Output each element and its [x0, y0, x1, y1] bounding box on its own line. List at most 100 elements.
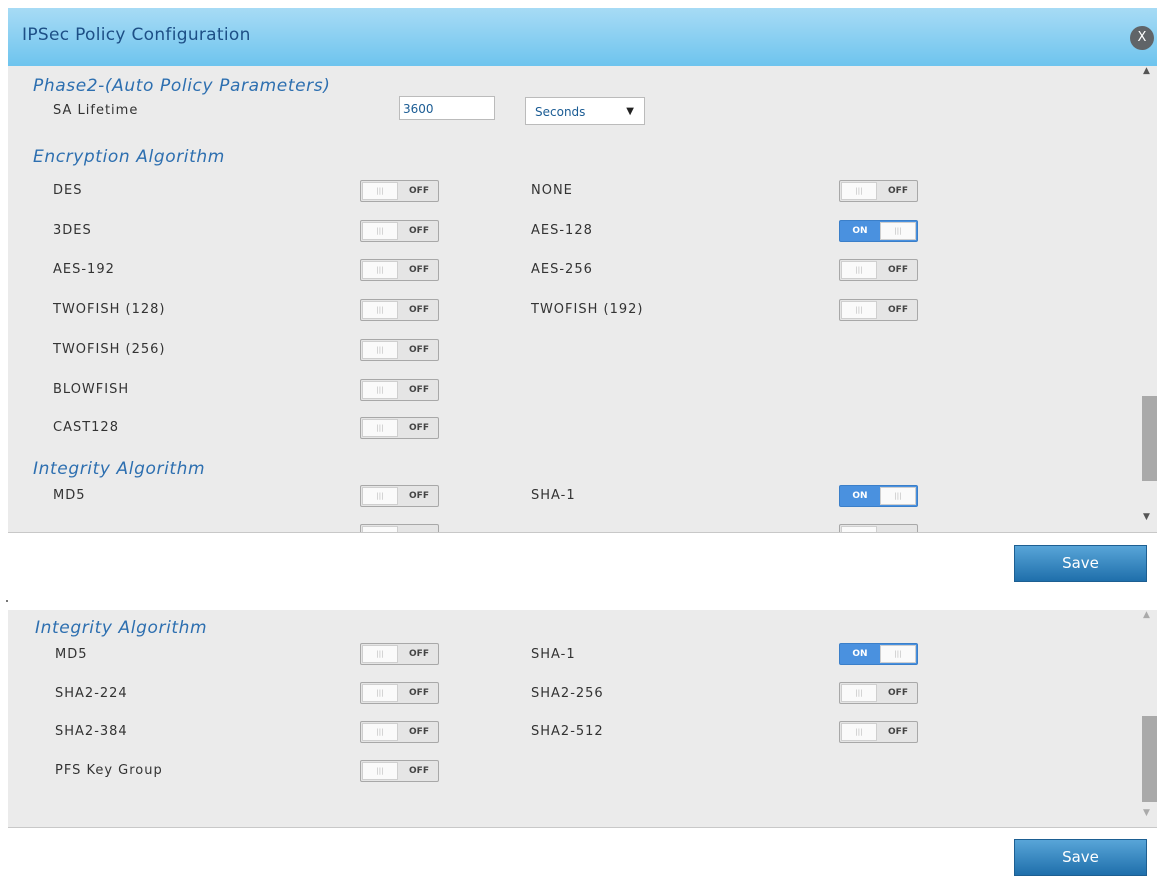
- scroll-thumb[interactable]: [1142, 716, 1157, 802]
- sha2-384-toggle[interactable]: ||| OFF: [360, 721, 439, 743]
- toggle-state: OFF: [409, 305, 429, 315]
- aes-256-toggle[interactable]: ||| OFF: [839, 259, 918, 281]
- toggle-state: OFF: [888, 265, 908, 275]
- toggle-knob: |||: [880, 222, 916, 240]
- save-button[interactable]: Save: [1014, 545, 1147, 582]
- pfs-key-group-toggle[interactable]: ||| OFF: [360, 760, 439, 782]
- toggle-knob: |||: [841, 182, 877, 200]
- scroll-down-icon[interactable]: ▼: [1143, 808, 1150, 818]
- scroll-down-icon[interactable]: ▼: [1143, 512, 1150, 522]
- md5-toggle[interactable]: ||| OFF: [360, 485, 439, 507]
- scrollbar[interactable]: ▲ ▼: [1140, 66, 1157, 532]
- policy-panel-top: Phase2-(Auto Policy Parameters) SA Lifet…: [8, 66, 1157, 533]
- policy-panel-bottom: Integrity Algorithm MD5 ||| OFF SHA-1 ON |…: [8, 610, 1157, 828]
- sa-lifetime-input[interactable]: 3600: [399, 96, 495, 120]
- twofish-192-toggle[interactable]: ||| OFF: [839, 299, 918, 321]
- toggle-state: OFF: [409, 186, 429, 196]
- toggle-state: OFF: [888, 305, 908, 315]
- cast128-label: CAST128: [53, 420, 119, 435]
- toggle-state: OFF: [409, 226, 429, 236]
- toggle-state: ON: [852, 649, 868, 659]
- toggle-state: OFF: [409, 491, 429, 501]
- sha2-256-toggle[interactable]: ||| OFF: [839, 682, 918, 704]
- save-button[interactable]: Save: [1014, 839, 1147, 876]
- toggle-knob: |||: [841, 261, 877, 279]
- toggle-knob: |||: [362, 381, 398, 399]
- toggle-knob: |||: [362, 645, 398, 663]
- toggle-state: OFF: [409, 649, 429, 659]
- scroll-up-icon[interactable]: ▲: [1143, 610, 1150, 620]
- toggle-knob: |||: [880, 487, 916, 505]
- toggle-knob: |||: [880, 645, 916, 663]
- aes-192-toggle[interactable]: ||| OFF: [360, 259, 439, 281]
- aes-128-toggle[interactable]: ON |||: [839, 220, 918, 242]
- md5-label: MD5: [55, 647, 88, 662]
- toggle-knob: [841, 526, 877, 532]
- none-toggle[interactable]: ||| OFF: [839, 180, 918, 202]
- sha2-224-label: SHA2-224: [55, 686, 128, 701]
- sha-1-toggle[interactable]: ON |||: [839, 643, 918, 665]
- toggle-state: OFF: [409, 423, 429, 433]
- sha2-384-label: SHA2-384: [55, 724, 128, 739]
- toggle-knob: |||: [362, 341, 398, 359]
- sa-lifetime-unit-select[interactable]: Seconds ▼: [525, 97, 645, 125]
- toggle-state: OFF: [409, 385, 429, 395]
- twofish-192-label: TWOFISH (192): [531, 302, 644, 317]
- none-label: NONE: [531, 183, 573, 198]
- des-toggle[interactable]: ||| OFF: [360, 180, 439, 202]
- toggle-state: OFF: [409, 688, 429, 698]
- toggle-state: ON: [852, 226, 868, 236]
- toggle-knob: |||: [362, 419, 398, 437]
- scroll-up-icon[interactable]: ▲: [1143, 66, 1150, 76]
- blowfish-toggle[interactable]: ||| OFF: [360, 379, 439, 401]
- toggle-knob: [362, 526, 398, 532]
- sha-1-toggle[interactable]: ON |||: [839, 485, 918, 507]
- toggle-knob: |||: [362, 487, 398, 505]
- 3des-toggle[interactable]: ||| OFF: [360, 220, 439, 242]
- toggle-state: OFF: [409, 727, 429, 737]
- encryption-section-title: Encryption Algorithm: [33, 147, 225, 167]
- toggle-state: ON: [852, 491, 868, 501]
- separator-dot: [6, 600, 8, 602]
- sha2-224-toggle[interactable]: ||| OFF: [360, 682, 439, 704]
- twofish-128-toggle[interactable]: ||| OFF: [360, 299, 439, 321]
- toggle-knob: |||: [841, 301, 877, 319]
- close-button[interactable]: X: [1130, 26, 1154, 50]
- sha2-512-label: SHA2-512: [531, 724, 604, 739]
- sa-lifetime-unit-value: Seconds: [535, 105, 586, 119]
- des-label: DES: [53, 183, 83, 198]
- aes-128-label: AES-128: [531, 223, 593, 238]
- sha2-512-toggle[interactable]: ||| OFF: [839, 721, 918, 743]
- integrity-section-title: Integrity Algorithm: [33, 459, 206, 479]
- toggle-knob: |||: [362, 684, 398, 702]
- toggle-knob: |||: [362, 762, 398, 780]
- scroll-thumb[interactable]: [1142, 396, 1157, 481]
- toggle-state: OFF: [888, 688, 908, 698]
- md5-label: MD5: [53, 488, 86, 503]
- aes-192-label: AES-192: [53, 262, 115, 277]
- sha-1-label: SHA-1: [531, 647, 576, 662]
- twofish-256-toggle[interactable]: ||| OFF: [360, 339, 439, 361]
- sha2-224-toggle-partial[interactable]: [360, 524, 439, 532]
- toggle-knob: |||: [841, 723, 877, 741]
- twofish-256-label: TWOFISH (256): [53, 342, 166, 357]
- cast128-toggle[interactable]: ||| OFF: [360, 417, 439, 439]
- dialog-title: IPSec Policy Configuration: [22, 25, 251, 45]
- twofish-128-label: TWOFISH (128): [53, 302, 166, 317]
- scrollbar[interactable]: ▲ ▼: [1140, 610, 1157, 827]
- sha2-256-toggle-partial[interactable]: [839, 524, 918, 532]
- toggle-state: OFF: [888, 727, 908, 737]
- toggle-knob: |||: [362, 301, 398, 319]
- 3des-label: 3DES: [53, 223, 92, 238]
- aes-256-label: AES-256: [531, 262, 593, 277]
- toggle-state: OFF: [409, 766, 429, 776]
- integrity-section-title: Integrity Algorithm: [35, 618, 208, 638]
- md5-toggle[interactable]: ||| OFF: [360, 643, 439, 665]
- dialog-titlebar: IPSec Policy Configuration X: [8, 8, 1157, 66]
- sha2-256-label: SHA2-256: [531, 686, 604, 701]
- toggle-state: OFF: [409, 345, 429, 355]
- phase2-section-title: Phase2-(Auto Policy Parameters): [33, 76, 331, 96]
- pfs-key-group-label: PFS Key Group: [55, 763, 163, 778]
- sha-1-label: SHA-1: [531, 488, 576, 503]
- toggle-knob: |||: [362, 182, 398, 200]
